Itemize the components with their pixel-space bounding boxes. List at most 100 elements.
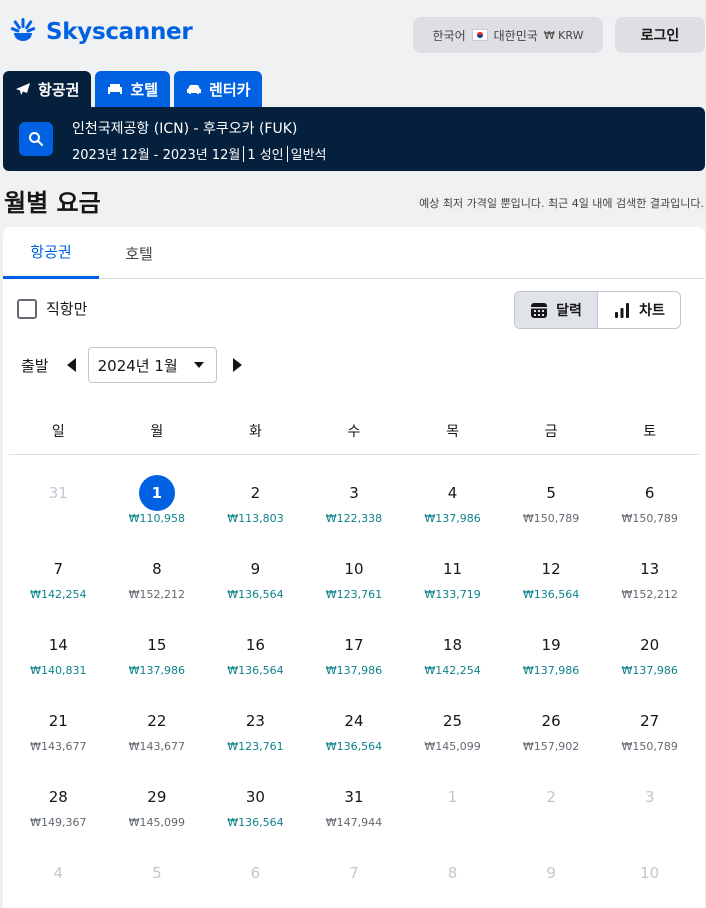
travel-dates: 2023년 12월 - 2023년 12월	[72, 148, 241, 163]
day-price: ₩123,761	[227, 740, 284, 753]
departure-label: 출발	[21, 356, 49, 375]
search-summary-bar[interactable]: 인천국제공항 (ICN) - 후쿠오카 (FUK) 2023년 12월 - 20…	[3, 107, 705, 171]
tab-hotel-fares[interactable]: 호텔	[99, 227, 179, 279]
day-number: 9	[546, 864, 556, 882]
day-price: ₩152,212	[128, 588, 186, 601]
day-number: 4	[53, 864, 64, 882]
product-tabs: 항공권 호텔 렌터카	[3, 71, 263, 107]
calendar-day[interactable]: 28 ₩149,367	[9, 779, 108, 855]
calendar-day[interactable]: 27 ₩150,789	[600, 703, 699, 779]
next-month-icon[interactable]	[232, 358, 242, 372]
calendar-view-button[interactable]: 달력	[515, 292, 598, 328]
calendar-day[interactable]: 26 ₩157,902	[502, 703, 601, 779]
calendar-day[interactable]: 20 ₩137,986	[600, 627, 699, 703]
day-price: ₩137,986	[522, 664, 580, 677]
day-number: 11	[442, 560, 463, 578]
tab-flights-label: 항공권	[38, 80, 80, 99]
calendar-day[interactable]: 30 ₩136,564	[206, 779, 305, 855]
day-number: 19	[541, 636, 561, 654]
calendar-day[interactable]: 31 ₩147,944	[305, 779, 404, 855]
day-price: ₩110,958	[128, 512, 186, 525]
calendar-day[interactable]: 25 ₩145,099	[403, 703, 502, 779]
chart-view-button[interactable]: 차트	[598, 292, 680, 328]
day-number: 28	[48, 788, 68, 806]
skyscanner-logo[interactable]: Skyscanner	[4, 14, 193, 50]
calendar-day[interactable]: 21 ₩143,677	[9, 703, 108, 779]
edit-search-button[interactable]	[19, 122, 53, 156]
calendar-day[interactable]: 3 ₩122,338	[305, 475, 404, 551]
calendar-day[interactable]: 4 ₩137,986	[403, 475, 502, 551]
calendar-day[interactable]: 2 ₩113,803	[206, 475, 305, 551]
day-number: 10	[344, 560, 364, 578]
calendar-day[interactable]: 15 ₩137,986	[108, 627, 207, 703]
day-price: ₩157,902	[522, 740, 580, 753]
calendar-day[interactable]: 12 ₩136,564	[502, 551, 601, 627]
plane-icon	[16, 83, 30, 95]
day-price: ₩136,564	[227, 664, 284, 677]
day-price: ₩143,677	[128, 740, 186, 753]
direct-only-filter[interactable]: 직항만	[17, 298, 87, 319]
tab-hotels[interactable]: 호텔	[95, 71, 171, 107]
calendar-day-outside-month: 9	[502, 855, 601, 908]
bar-chart-icon	[615, 303, 630, 318]
day-price: ₩136,564	[227, 816, 284, 829]
calendar-day[interactable]: 14 ₩140,831	[9, 627, 108, 703]
day-number: 9	[250, 560, 261, 578]
login-button[interactable]: 로그인	[615, 17, 705, 53]
locale-selector-button[interactable]: 한국어 대한민국 ₩ KRW	[413, 17, 603, 53]
brand-name: Skyscanner	[46, 19, 193, 45]
trip-details: 2023년 12월 - 2023년 12월 1 성인 일반석	[72, 144, 327, 163]
day-price: ₩143,677	[30, 740, 87, 753]
day-number: 21	[48, 712, 68, 730]
calendar-icon	[531, 303, 548, 318]
selected-day-number: 1	[138, 475, 175, 511]
calendar-day[interactable]: 19 ₩137,986	[502, 627, 601, 703]
calendar-day-outside-month: 3	[600, 779, 699, 855]
bed-icon	[108, 84, 123, 94]
day-number: 30	[245, 788, 265, 806]
day-number: 6	[644, 484, 655, 502]
day-number: 17	[344, 636, 364, 654]
calendar-day[interactable]: 18 ₩142,254	[403, 627, 502, 703]
day-number: 4	[447, 484, 458, 502]
calendar-day[interactable]: 10 ₩123,761	[305, 551, 404, 627]
calendar-day[interactable]: 6 ₩150,789	[600, 475, 699, 551]
calendar-day[interactable]: 23 ₩123,761	[206, 703, 305, 779]
calendar-day[interactable]: 9 ₩136,564	[206, 551, 305, 627]
weekday-sat: 토	[643, 424, 657, 440]
day-number: 29	[147, 788, 167, 806]
direct-only-label: 직항만	[46, 300, 88, 318]
previous-month-icon[interactable]	[66, 358, 76, 372]
calendar-day[interactable]: 1 ₩110,958	[108, 475, 207, 551]
day-number: 24	[344, 712, 364, 730]
calendar-day[interactable]: 24 ₩136,564	[305, 703, 404, 779]
language-label: 한국어	[432, 28, 466, 43]
day-number: 27	[640, 712, 660, 730]
day-number: 10	[640, 864, 660, 882]
calendar-day[interactable]: 29 ₩145,099	[108, 779, 207, 855]
tab-flights[interactable]: 항공권	[3, 71, 92, 107]
calendar-day[interactable]: 13 ₩152,212	[600, 551, 699, 627]
calendar-day[interactable]: 16 ₩136,564	[206, 627, 305, 703]
day-price: ₩136,564	[227, 588, 284, 601]
tab-car-hire[interactable]: 렌터카	[174, 71, 263, 107]
day-number: 6	[250, 864, 261, 882]
calendar-day[interactable]: 7 ₩142,254	[9, 551, 108, 627]
calendar-day[interactable]: 17 ₩137,986	[305, 627, 404, 703]
calendar-day[interactable]: 8 ₩152,212	[108, 551, 207, 627]
view-toggle: 달력 차트	[514, 291, 681, 329]
day-number: 14	[48, 636, 68, 654]
divider	[243, 145, 245, 162]
calendar-day[interactable]: 11 ₩133,719	[403, 551, 502, 627]
chevron-down-icon	[193, 362, 204, 368]
tab-flight-fares[interactable]: 항공권	[3, 227, 99, 279]
calendar-view-label: 달력	[556, 303, 582, 319]
calendar-day[interactable]: 22 ₩143,677	[108, 703, 207, 779]
day-price: ₩142,254	[30, 588, 87, 601]
day-number: 23	[245, 712, 265, 730]
calendar-day[interactable]: 5 ₩150,789	[502, 475, 601, 551]
day-price: ₩150,789	[621, 512, 678, 525]
calendar-day-outside-month: 2	[502, 779, 601, 855]
direct-only-checkbox[interactable]	[17, 298, 37, 319]
month-dropdown[interactable]: 2024년 1월	[87, 347, 217, 383]
